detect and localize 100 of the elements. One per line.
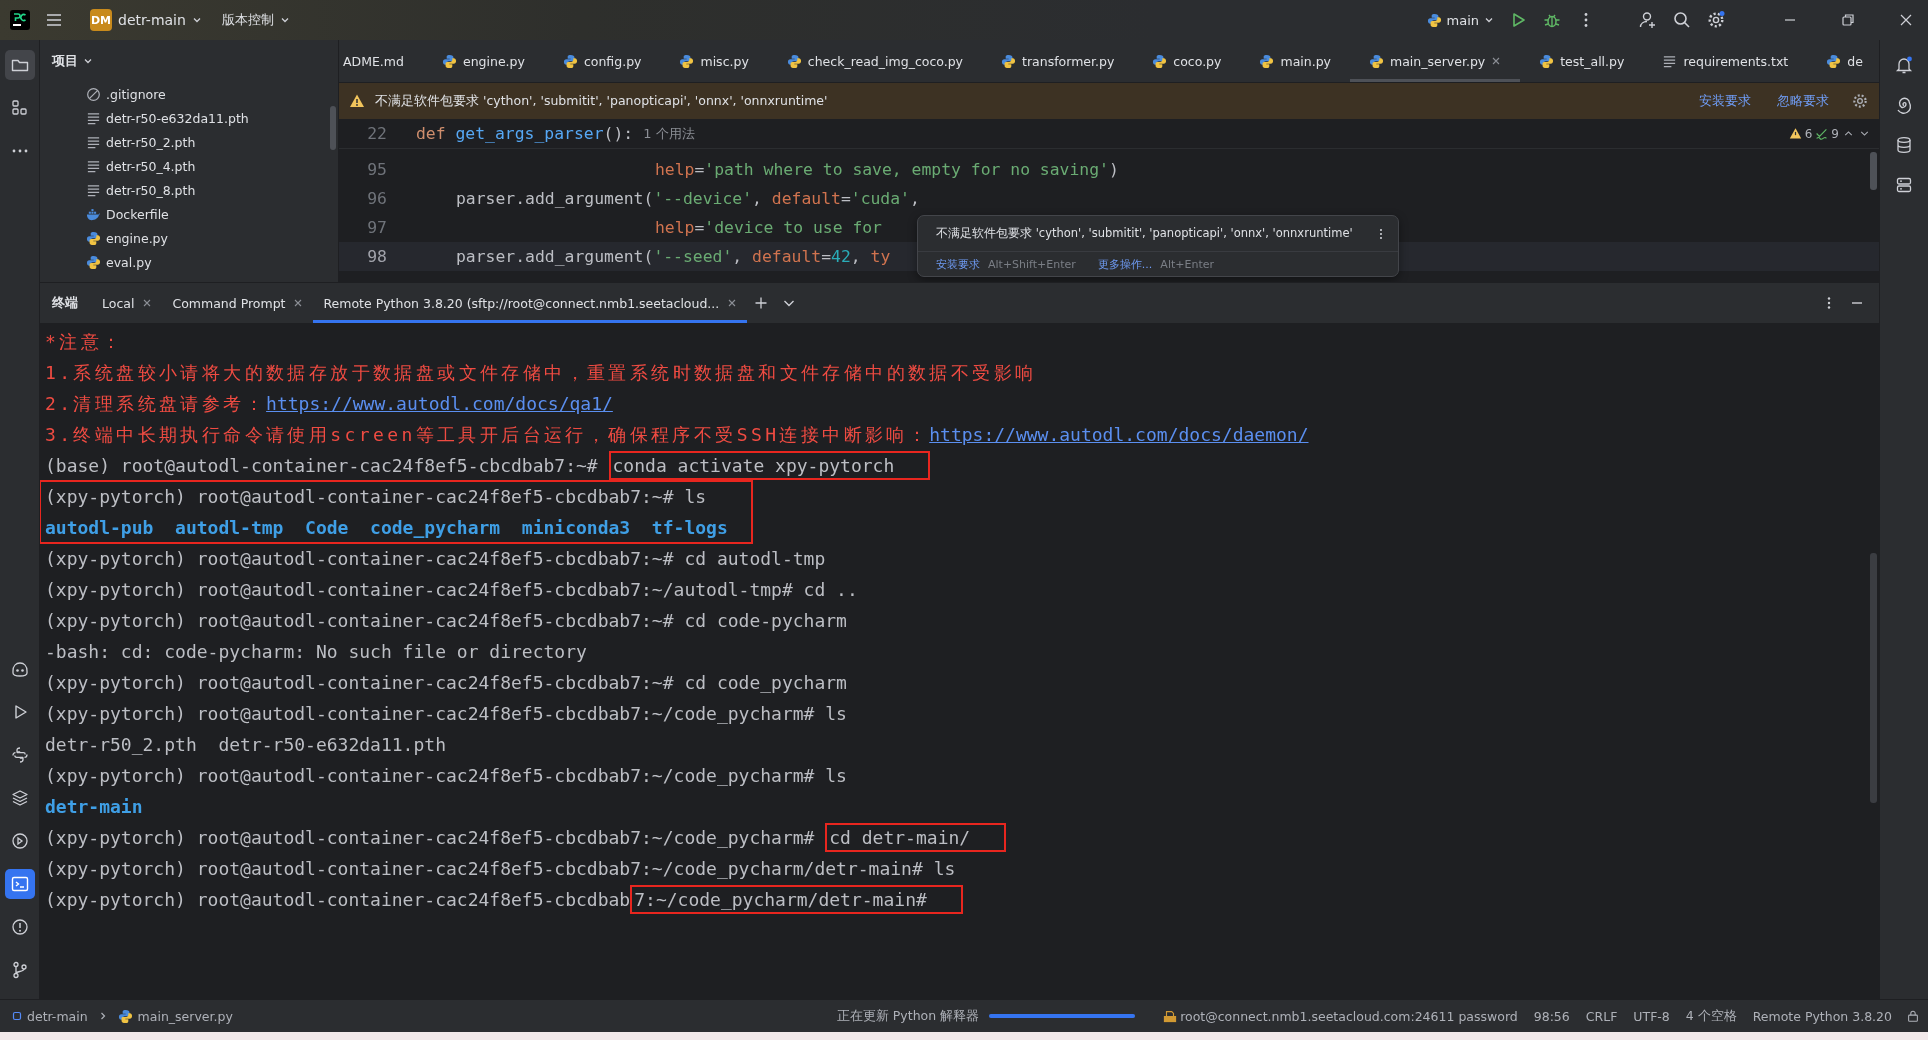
- caret-icon: [1484, 15, 1494, 25]
- connection-status[interactable]: root@connect.nmb1.seetacloud.com:24611 password: [1163, 1008, 1518, 1024]
- sftp-icon: [1163, 1009, 1178, 1023]
- python-file-icon: [1826, 53, 1842, 69]
- editor-tab[interactable]: config.py: [543, 40, 661, 82]
- tree-item[interactable]: eval.py: [86, 250, 338, 274]
- editor-tab[interactable]: coco.py: [1133, 40, 1241, 82]
- whale-icon: [86, 206, 101, 222]
- terminal-tab[interactable]: Local: [92, 283, 163, 323]
- line-separator[interactable]: CRLF: [1585, 1008, 1618, 1024]
- terminal-line: 1.系统盘较小请将大的数据存放于数据盘或文件存储中，重置系统时数据盘和文件存储中的数据不受影响: [45, 361, 1038, 385]
- link[interactable]: https://www.autodl.com/docs/qa1/: [266, 393, 613, 414]
- scrollbar-thumb[interactable]: [330, 106, 336, 150]
- popup-action-link[interactable]: 更多操作...: [1097, 256, 1153, 272]
- text-file-icon: [86, 134, 101, 150]
- plus-icon[interactable]: [753, 295, 770, 311]
- app-logo-icon[interactable]: [10, 10, 30, 30]
- caret-icon: [191, 15, 202, 25]
- terminal-tab[interactable]: Command Prompt: [162, 283, 314, 323]
- terminal-icon[interactable]: [4, 869, 35, 899]
- tree-item[interactable]: Dockerfile: [86, 202, 338, 226]
- text-file-icon: [1662, 53, 1678, 69]
- tree-item[interactable]: .gitignore: [86, 82, 338, 106]
- python-file-icon: [1369, 53, 1384, 69]
- banner-action-link[interactable]: 忽略要求: [1777, 92, 1829, 110]
- terminal-line: -bash: cd: code-pycharm: No such file or directory: [45, 640, 588, 664]
- vcs-menu[interactable]: 版本控制: [221, 11, 290, 29]
- warning-icon: [349, 93, 365, 109]
- project-switcher[interactable]: DM detr-main: [84, 5, 208, 35]
- folder-icon[interactable]: [4, 50, 35, 80]
- scrollbar-thumb[interactable]: [1870, 553, 1877, 803]
- lock-icon[interactable]: [1906, 1009, 1920, 1023]
- warning-icon: [1788, 127, 1802, 140]
- terminal-line: detr-main: [45, 795, 144, 819]
- settings-icon[interactable]: [1851, 92, 1869, 110]
- editor-tab[interactable]: check_read_img_coco.py: [767, 40, 983, 82]
- scrollbar-thumb[interactable]: [1870, 152, 1877, 190]
- inspection-widget[interactable]: 6 9: [1788, 126, 1871, 141]
- python-file-icon: [679, 53, 695, 69]
- python-file-icon: [786, 53, 802, 69]
- popup-message: 不满足软件包要求 'cython', 'submitit', 'panopticapi', 'onnx', 'onnxruntime': [936, 226, 1354, 241]
- shortcut-hint: Alt+Shift+Enter: [988, 257, 1076, 271]
- file-encoding[interactable]: UTF-8: [1633, 1008, 1670, 1024]
- terminal-line: 3.终端中长期执行命令请使用screen等工具开后台运行，确保程序不受SSH连接中断影响：https://www.autodl.com/docs/daemon/: [45, 423, 1310, 447]
- breadcrumb-item[interactable]: main_server.py: [117, 1008, 233, 1024]
- close-icon[interactable]: [1491, 56, 1502, 66]
- tree-item[interactable]: detr-r50_2.pth: [86, 130, 338, 154]
- breadcrumb-item[interactable]: detr-main: [12, 1008, 88, 1024]
- terminal-line: (xpy-pytorch) root@autodl-container-cac24f8ef5-cbcdbab7:~# cd code_pycharm: [45, 671, 848, 695]
- run-configuration[interactable]: main: [1426, 12, 1494, 28]
- banner-action-link[interactable]: 安装要求: [1699, 92, 1751, 110]
- highlighted-command: conda activate xpy-pytorch: [608, 451, 931, 480]
- editor-tab[interactable]: main.py: [1240, 40, 1350, 82]
- shortcut-hint: Alt+Enter: [1160, 257, 1214, 271]
- python-file-icon: [1152, 53, 1168, 69]
- popup-action-link[interactable]: 安装要求: [936, 256, 980, 272]
- ignore-file-icon: [86, 86, 101, 102]
- code-line: parser.add_argument('--device', default='cuda',: [456, 189, 920, 208]
- python-file-icon: [1426, 12, 1442, 28]
- project-view-dropdown[interactable]: 项目: [52, 52, 93, 70]
- editor-tab[interactable]: test_all.py: [1520, 40, 1644, 82]
- editor-tab[interactable]: misc.py: [660, 40, 768, 82]
- tree-item[interactable]: engine.py: [86, 226, 338, 250]
- interpreter-selector[interactable]: Remote Python 3.8.20: [1752, 1008, 1892, 1024]
- check-icon: [1815, 127, 1829, 140]
- text-file-icon: [86, 158, 101, 174]
- tree-item[interactable]: detr-r50_8.pth: [86, 178, 338, 202]
- code-line: parser.add_argument('--seed', default=42, ty: [456, 247, 891, 266]
- module-icon: [12, 1011, 22, 1021]
- terminal-line: (xpy-pytorch) root@autodl-container-cac24f8ef5-cbcdbab7:~/code_pycharm# ls: [45, 702, 848, 726]
- editor-tab[interactable]: ADME.md: [339, 40, 423, 82]
- editor-tab[interactable]: transformer.py: [982, 40, 1134, 82]
- close-icon[interactable]: [727, 298, 738, 308]
- python-file-icon: [1539, 53, 1555, 69]
- usage-hint[interactable]: 1 个用法: [643, 124, 695, 143]
- terminal-line: (base) root@autodl-container-cac24f8ef5-cbcdbab7:~# conda activate xpy-pytorch: [45, 450, 1879, 481]
- tree-item[interactable]: detr-r50_4.pth: [86, 154, 338, 178]
- run-configuration-name: main: [1446, 12, 1479, 28]
- terminal-tab[interactable]: Remote Python 3.8.20 (sftp://root@connect.nmb1.seetacloud...: [313, 283, 748, 323]
- background-task[interactable]: 正在更新 Python 解释器: [836, 1007, 980, 1025]
- close-icon[interactable]: [293, 298, 304, 308]
- line-number: 96: [366, 189, 387, 208]
- python-file-icon: [86, 230, 101, 246]
- link[interactable]: https://www.autodl.com/docs/daemon/: [929, 424, 1309, 445]
- text-file-icon: [86, 110, 101, 126]
- python-file-icon: [1001, 53, 1017, 69]
- cursor-position[interactable]: 98:56: [1533, 1008, 1570, 1024]
- settings-icon[interactable]: [1706, 10, 1726, 30]
- terminal-line: (xpy-pytorch) root@autodl-container-cac24f8ef5-cbcdbab7:~# cd code-pycharm: [45, 609, 848, 633]
- terminal-line: (xpy-pytorch) root@autodl-container-cac24f8ef5-cbcdbab7:~# cd autodl-tmp: [45, 547, 827, 571]
- add-user-icon[interactable]: [1638, 10, 1658, 30]
- python-file-icon: [86, 254, 101, 270]
- editor-tab[interactable]: engine.py: [422, 40, 544, 82]
- search-icon[interactable]: [1672, 10, 1692, 30]
- indent-setting[interactable]: 4 个空格: [1685, 1007, 1737, 1025]
- warning-count: 6: [1804, 126, 1813, 141]
- tree-item[interactable]: detr-r50-e632da11.pth: [86, 106, 338, 130]
- close-icon[interactable]: [142, 298, 153, 308]
- editor-tab[interactable]: requirements.txt: [1643, 40, 1808, 82]
- editor-tab[interactable]: de: [1807, 40, 1879, 82]
